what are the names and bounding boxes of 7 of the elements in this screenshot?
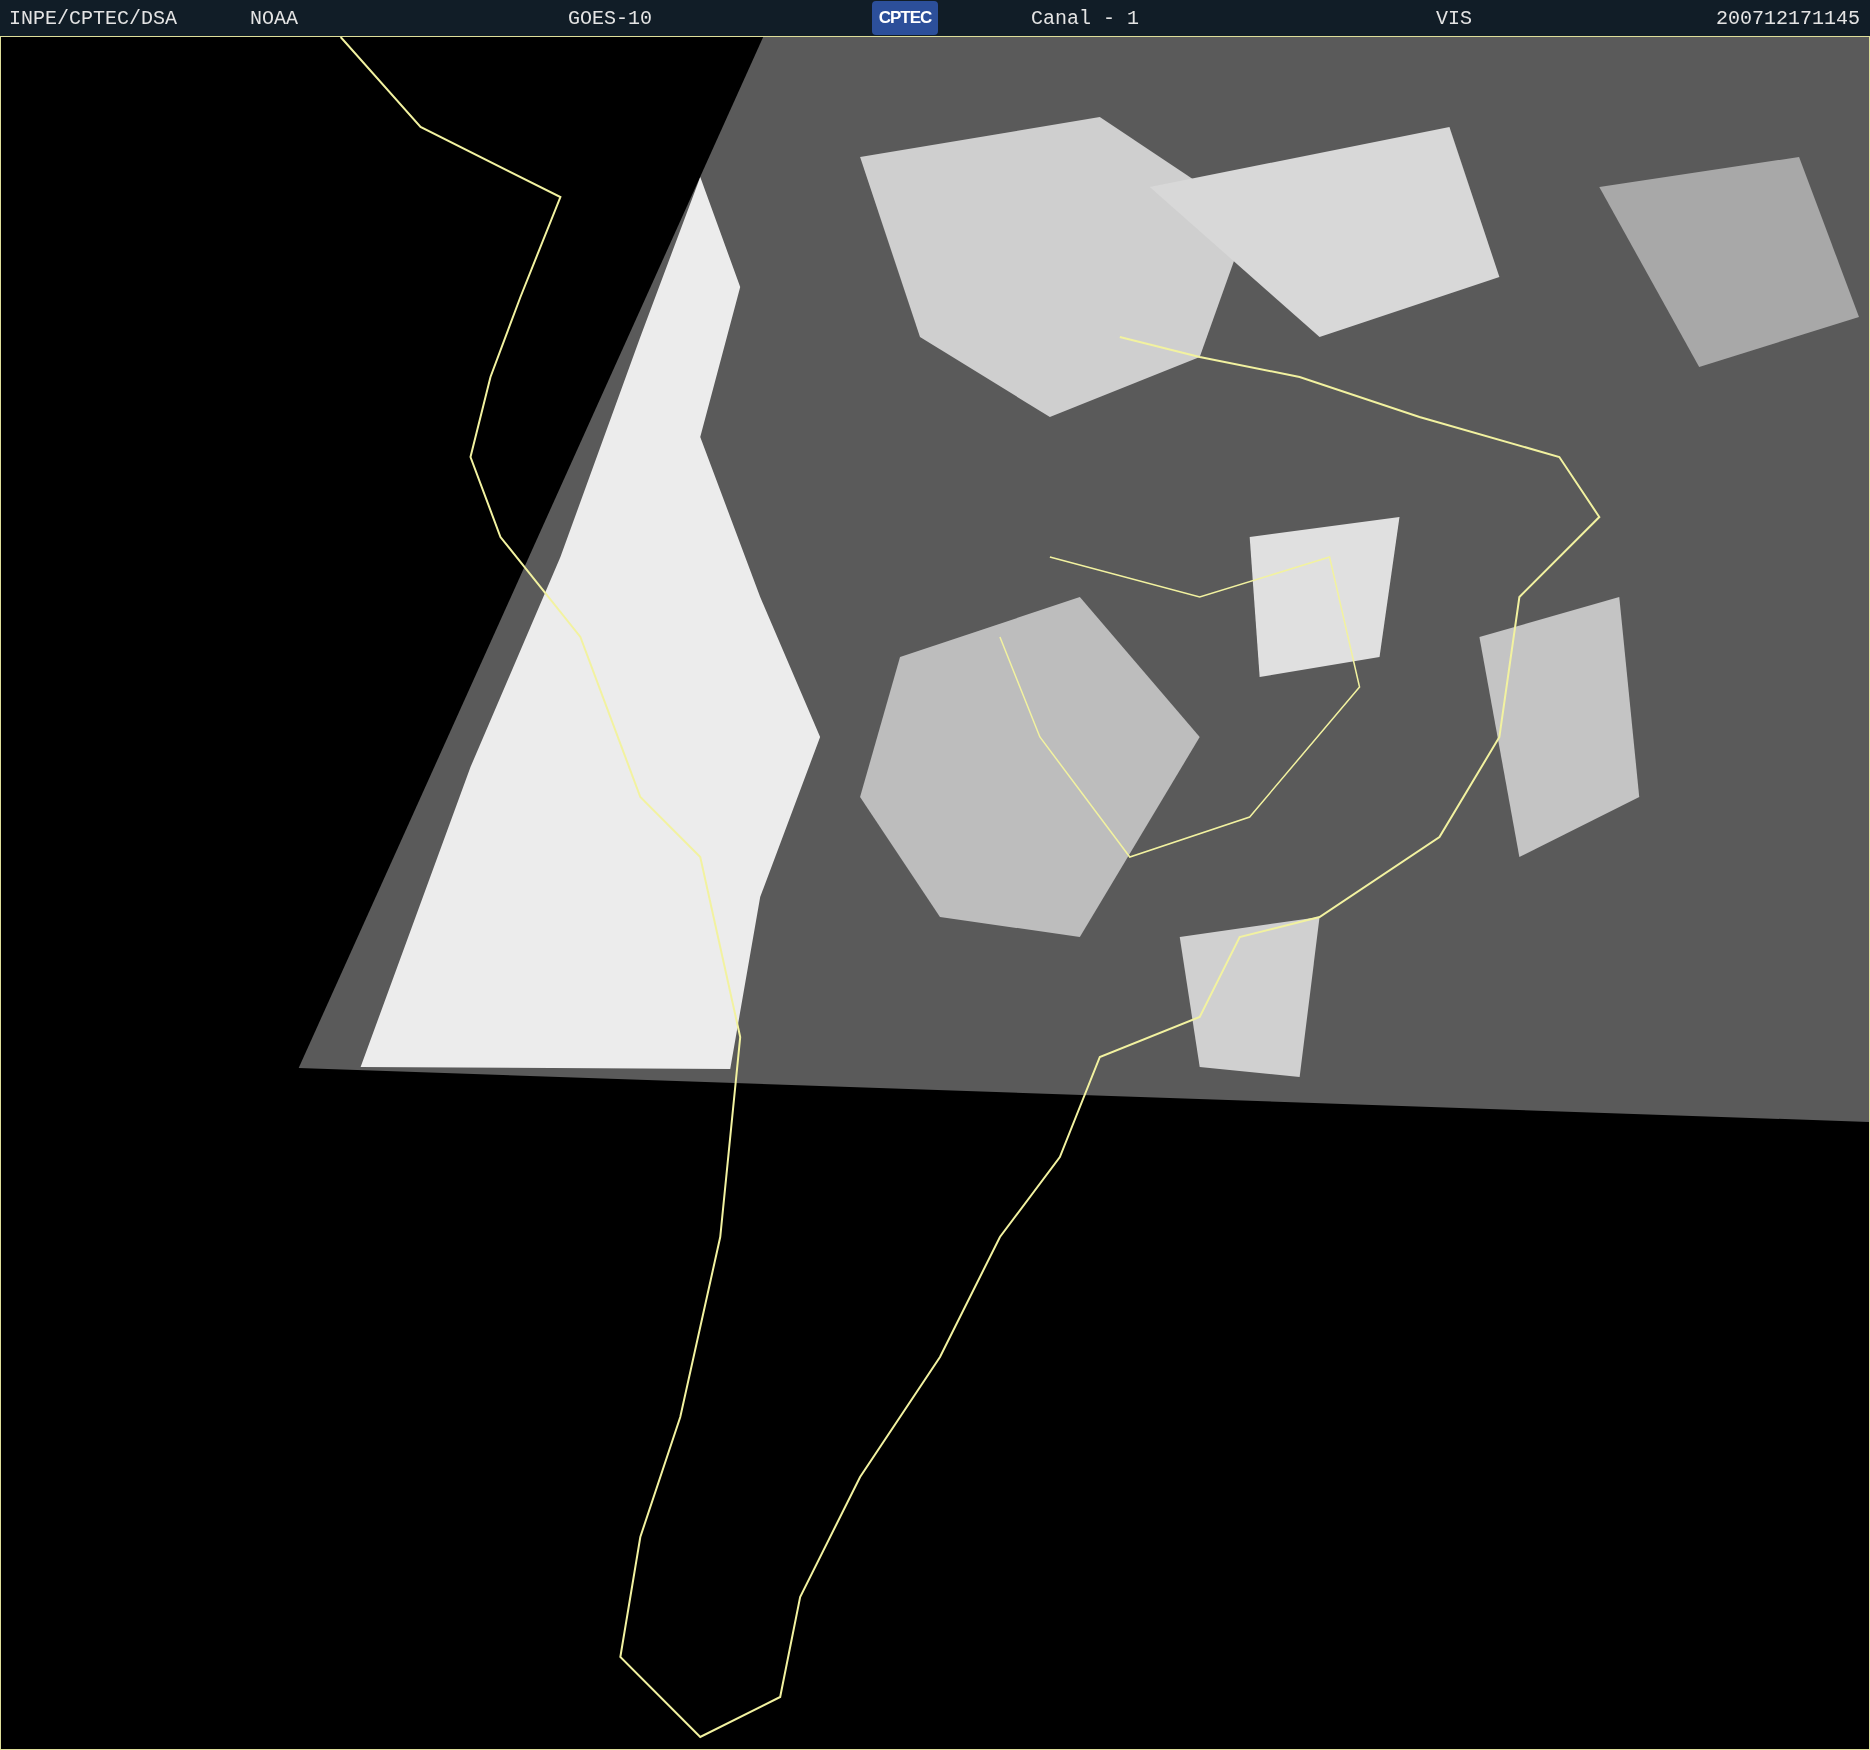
source-label: INPE/CPTEC/DSA: [9, 6, 178, 30]
timestamp-label: 200712171145: [1715, 6, 1860, 30]
agency-label: NOAA: [250, 6, 299, 30]
satellite-label: GOES-10: [568, 6, 653, 30]
band-label: VIS: [1436, 6, 1473, 30]
logo: CPTEC: [872, 1, 939, 35]
channel-label: Canal - 1: [1031, 6, 1140, 30]
